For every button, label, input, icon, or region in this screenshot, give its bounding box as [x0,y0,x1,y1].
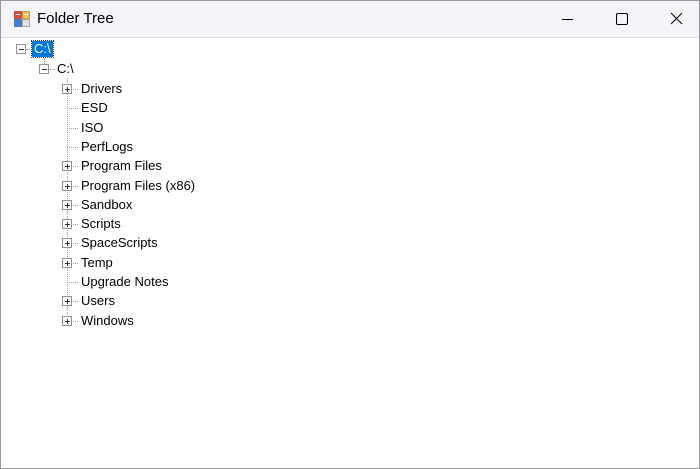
close-icon [670,12,683,25]
tree-folder-node[interactable]: Program Files [79,158,164,174]
folder-expand-toggle[interactable] [62,238,72,248]
close-button[interactable] [651,1,699,37]
folder-expand-toggle[interactable] [62,219,72,229]
folder-connector [67,147,78,148]
tree-folder-node[interactable]: Users [79,293,117,309]
folder-tree-window: Folder Tree C:\ C:\ Drivers ESD ISO Perf… [0,0,700,469]
window-title: Folder Tree [37,10,114,27]
folder-connector [67,128,78,129]
folder-connector [67,282,78,283]
minimize-button[interactable] [543,1,593,37]
folder-expand-toggle[interactable] [62,258,72,268]
folder-expand-toggle[interactable] [62,181,72,191]
root-collapse-toggle[interactable] [16,44,26,54]
tree-folder-node[interactable]: Drivers [79,81,124,97]
title-bar[interactable]: Folder Tree [1,1,699,38]
drive-collapse-toggle[interactable] [39,64,49,74]
folder-expand-toggle[interactable] [62,84,72,94]
maximize-icon [616,13,628,25]
tree-folder-node[interactable]: Scripts [79,216,123,232]
folder-connector [67,108,78,109]
tree-folder-node[interactable]: Upgrade Notes [79,274,170,290]
folder-expand-toggle[interactable] [62,296,72,306]
tree-folder-node[interactable]: PerfLogs [79,139,135,155]
minimize-icon [562,19,573,20]
folder-tree-view[interactable]: C:\ C:\ Drivers ESD ISO PerfLogs Program Fil… [1,38,699,468]
folder-tree-app-icon [14,11,30,27]
tree-folder-node[interactable]: ESD [79,100,110,116]
folder-expand-toggle[interactable] [62,316,72,326]
tree-folder-node[interactable]: Windows [79,313,136,329]
maximize-button[interactable] [597,1,647,37]
tree-folder-node[interactable]: Sandbox [79,197,134,213]
tree-root-node[interactable]: C:\ [31,40,54,58]
folder-expand-toggle[interactable] [62,200,72,210]
tree-folder-node[interactable]: Program Files (x86) [79,178,197,194]
tree-folder-node[interactable]: SpaceScripts [79,235,160,251]
folder-expand-toggle[interactable] [62,161,72,171]
tree-drive-node[interactable]: C:\ [55,61,76,77]
tree-folder-node[interactable]: ISO [79,120,105,136]
tree-folder-node[interactable]: Temp [79,255,115,271]
